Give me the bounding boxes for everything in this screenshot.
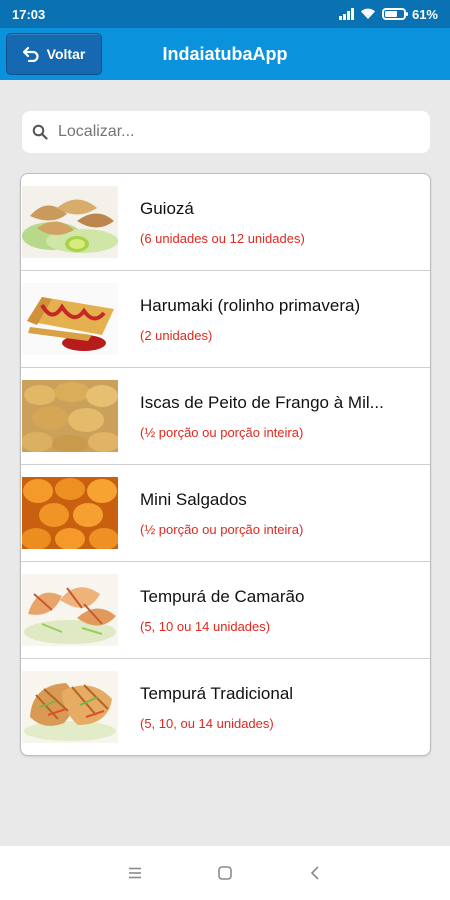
item-name: Iscas de Peito de Frango à Mil...	[140, 392, 384, 412]
system-nav-bar	[0, 846, 450, 900]
list-item[interactable]: Mini Salgados (½ porção ou porção inteir…	[21, 465, 430, 562]
item-detail: (5, 10 ou 14 unidades)	[140, 618, 271, 634]
item-detail: (2 unidades)	[140, 327, 213, 343]
back-button[interactable]: Voltar	[6, 33, 102, 75]
menu-icon[interactable]	[120, 858, 150, 888]
item-name: Tempurá de Camarão	[140, 586, 305, 606]
signal-icon	[338, 8, 354, 20]
list-item[interactable]: Tempurá Tradicional (5, 10, ou 14 unidad…	[21, 659, 430, 755]
status-icons: 61%	[338, 6, 438, 22]
back-icon[interactable]	[300, 858, 330, 888]
item-detail: (5, 10, ou 14 unidades)	[140, 715, 274, 731]
harumaki-image	[22, 283, 118, 355]
guioza-image	[22, 186, 118, 258]
tempura-camarao-image	[22, 574, 118, 646]
list-item[interactable]: Harumaki (rolinho primavera) (2 unidades…	[21, 271, 430, 368]
battery-icon	[381, 8, 408, 20]
app-header: IndaiatubaApp Voltar	[0, 28, 450, 80]
list-item[interactable]: Tempurá de Camarão (5, 10 ou 14 unidades…	[21, 562, 430, 659]
search-icon	[32, 124, 48, 140]
item-name: Harumaki (rolinho primavera)	[140, 295, 361, 315]
home-icon[interactable]	[210, 858, 240, 888]
item-detail: (6 unidades ou 12 unidades)	[140, 230, 305, 246]
product-list: Guiozá (6 unidades ou 12 unidades) Harum…	[20, 173, 431, 756]
item-name: Guiozá	[140, 198, 194, 218]
search-bar[interactable]	[22, 111, 430, 153]
list-item[interactable]: Guiozá (6 unidades ou 12 unidades)	[21, 174, 430, 271]
tempura-tradicional-image	[22, 671, 118, 743]
status-bar: 17:03 61%	[0, 0, 450, 28]
back-button-label: Voltar	[46, 46, 86, 62]
item-detail: (½ porção ou porção inteira)	[140, 424, 304, 440]
search-input[interactable]	[58, 123, 398, 141]
item-detail: (½ porção ou porção inteira)	[140, 521, 304, 537]
list-item[interactable]: Iscas de Peito de Frango à Mil... (½ por…	[21, 368, 430, 465]
item-name: Tempurá Tradicional	[140, 683, 294, 703]
undo-arrow-icon	[22, 46, 39, 62]
status-time: 17:03	[12, 6, 46, 22]
item-name: Mini Salgados	[140, 489, 247, 509]
mini-salgados-image	[22, 477, 118, 549]
wifi-icon	[360, 8, 375, 19]
battery-percent: 61%	[411, 6, 438, 22]
iscas-frango-image	[22, 380, 118, 452]
